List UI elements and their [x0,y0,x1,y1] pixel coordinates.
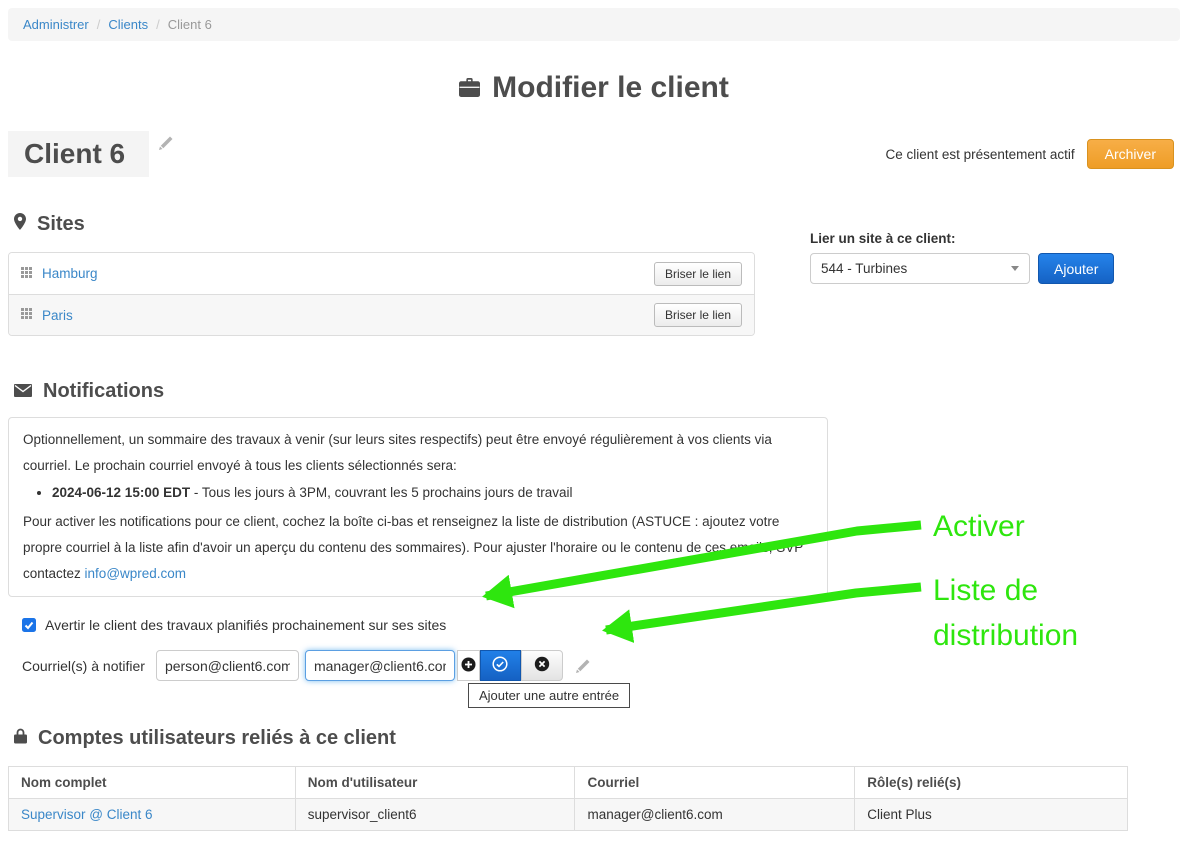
site-list: Hamburg Briser le lien Paris Briser le l… [8,252,755,336]
notifications-activation-text: Pour activer les notifications pour ce c… [23,509,813,587]
annotation-text-liste-de-distribution: Liste de distribution [933,568,1078,658]
breadcrumb: Administrer / Clients / Client 6 [8,8,1180,41]
map-pin-icon [14,213,26,236]
notifications-info-box: Optionnellement, un sommaire des travaux… [8,417,828,597]
email-input-1[interactable] [156,650,299,681]
cancel-emails-button[interactable] [521,650,563,681]
notification-schedule-item: 2024-06-12 15:00 EDT - Tous les jours à … [52,480,813,506]
site-select[interactable]: 544 - Turbines [810,253,1030,284]
email-cell: manager@client6.com [575,799,855,831]
roles-cell: Client Plus [855,799,1128,831]
notifications-intro: Optionnellement, un sommaire des travaux… [23,427,813,479]
plus-circle-icon [461,657,476,675]
emails-label: Courriel(s) à notifier [22,658,145,674]
site-row-paris: Paris Briser le lien [9,294,754,335]
breadcrumb-separator: / [97,17,101,32]
unlink-site-button[interactable]: Briser le lien [654,262,742,286]
contact-email-link[interactable]: info@wpred.com [85,566,187,581]
add-site-button[interactable]: Ajouter [1038,253,1114,284]
breadcrumb-current: Client 6 [168,17,212,32]
client-name: Client 6 [8,131,149,177]
drag-handle-icon[interactable] [21,306,32,324]
breadcrumb-link-clients[interactable]: Clients [108,17,148,32]
breadcrumb-link-administrer[interactable]: Administrer [23,17,89,32]
lock-icon [14,727,27,750]
unlink-site-button[interactable]: Briser le lien [654,303,742,327]
check-circle-icon [492,656,508,675]
notify-client-checkbox-row: Avertir le client des travaux planifiés … [22,617,1180,633]
column-header-email: Courriel [575,767,855,799]
page-title-text: Modifier le client [492,71,729,105]
accounts-table-header-row: Nom complet Nom d'utilisateur Courriel R… [9,767,1128,799]
notifications-section-heading: Notifications [0,380,1188,403]
client-header: Client 6 Ce client est présentement acti… [8,131,1174,177]
chevron-down-icon [1011,266,1019,271]
annotation-text-activer: Activer [933,504,1025,549]
envelope-icon [14,380,32,403]
sites-heading-text: Sites [37,213,85,236]
column-header-username: Nom d'utilisateur [295,767,575,799]
notifications-heading-text: Notifications [43,380,164,403]
email-actions-group: Ajouter une autre entrée [457,650,563,681]
briefcase-icon [459,71,480,105]
notify-client-checkbox[interactable] [22,618,36,632]
add-email-button[interactable] [457,650,480,681]
site-row-hamburg: Hamburg Briser le lien [9,253,754,294]
accounts-heading-text: Comptes utilisateurs reliés à ce client [38,727,396,750]
username-cell: supervisor_client6 [295,799,575,831]
accounts-section-heading: Comptes utilisateurs reliés à ce client [0,727,1188,750]
user-link[interactable]: Supervisor @ Client 6 [21,807,153,822]
archive-button[interactable]: Archiver [1087,139,1174,169]
page-title: Modifier le client [0,71,1188,105]
notify-emails-row: Courriel(s) à notifier Ajouter une autre… [22,650,1180,681]
confirm-emails-button[interactable] [480,650,521,681]
tooltip: Ajouter une autre entrée [468,683,630,708]
edit-emails-pencil-icon[interactable] [576,658,591,673]
x-circle-icon [534,656,550,675]
edit-client-name-pencil-icon[interactable] [159,135,174,155]
breadcrumb-separator: / [156,17,160,32]
drag-handle-icon[interactable] [21,265,32,283]
client-status-text: Ce client est présentement actif [886,147,1075,162]
email-input-2-focused[interactable] [305,650,455,681]
notify-client-checkbox-label: Avertir le client des travaux planifiés … [45,617,446,633]
accounts-table: Nom complet Nom d'utilisateur Courriel R… [8,766,1128,831]
table-row: Supervisor @ Client 6 supervisor_client6… [9,799,1128,831]
column-header-roles: Rôle(s) relié(s) [855,767,1128,799]
site-link-paris[interactable]: Paris [42,308,73,323]
column-header-full-name: Nom complet [9,767,296,799]
site-select-value: 544 - Turbines [821,261,907,276]
link-site-label: Lier un site à ce client: [810,231,1114,246]
link-site-panel: Lier un site à ce client: 544 - Turbines… [810,231,1114,284]
site-link-hamburg[interactable]: Hamburg [42,266,98,281]
